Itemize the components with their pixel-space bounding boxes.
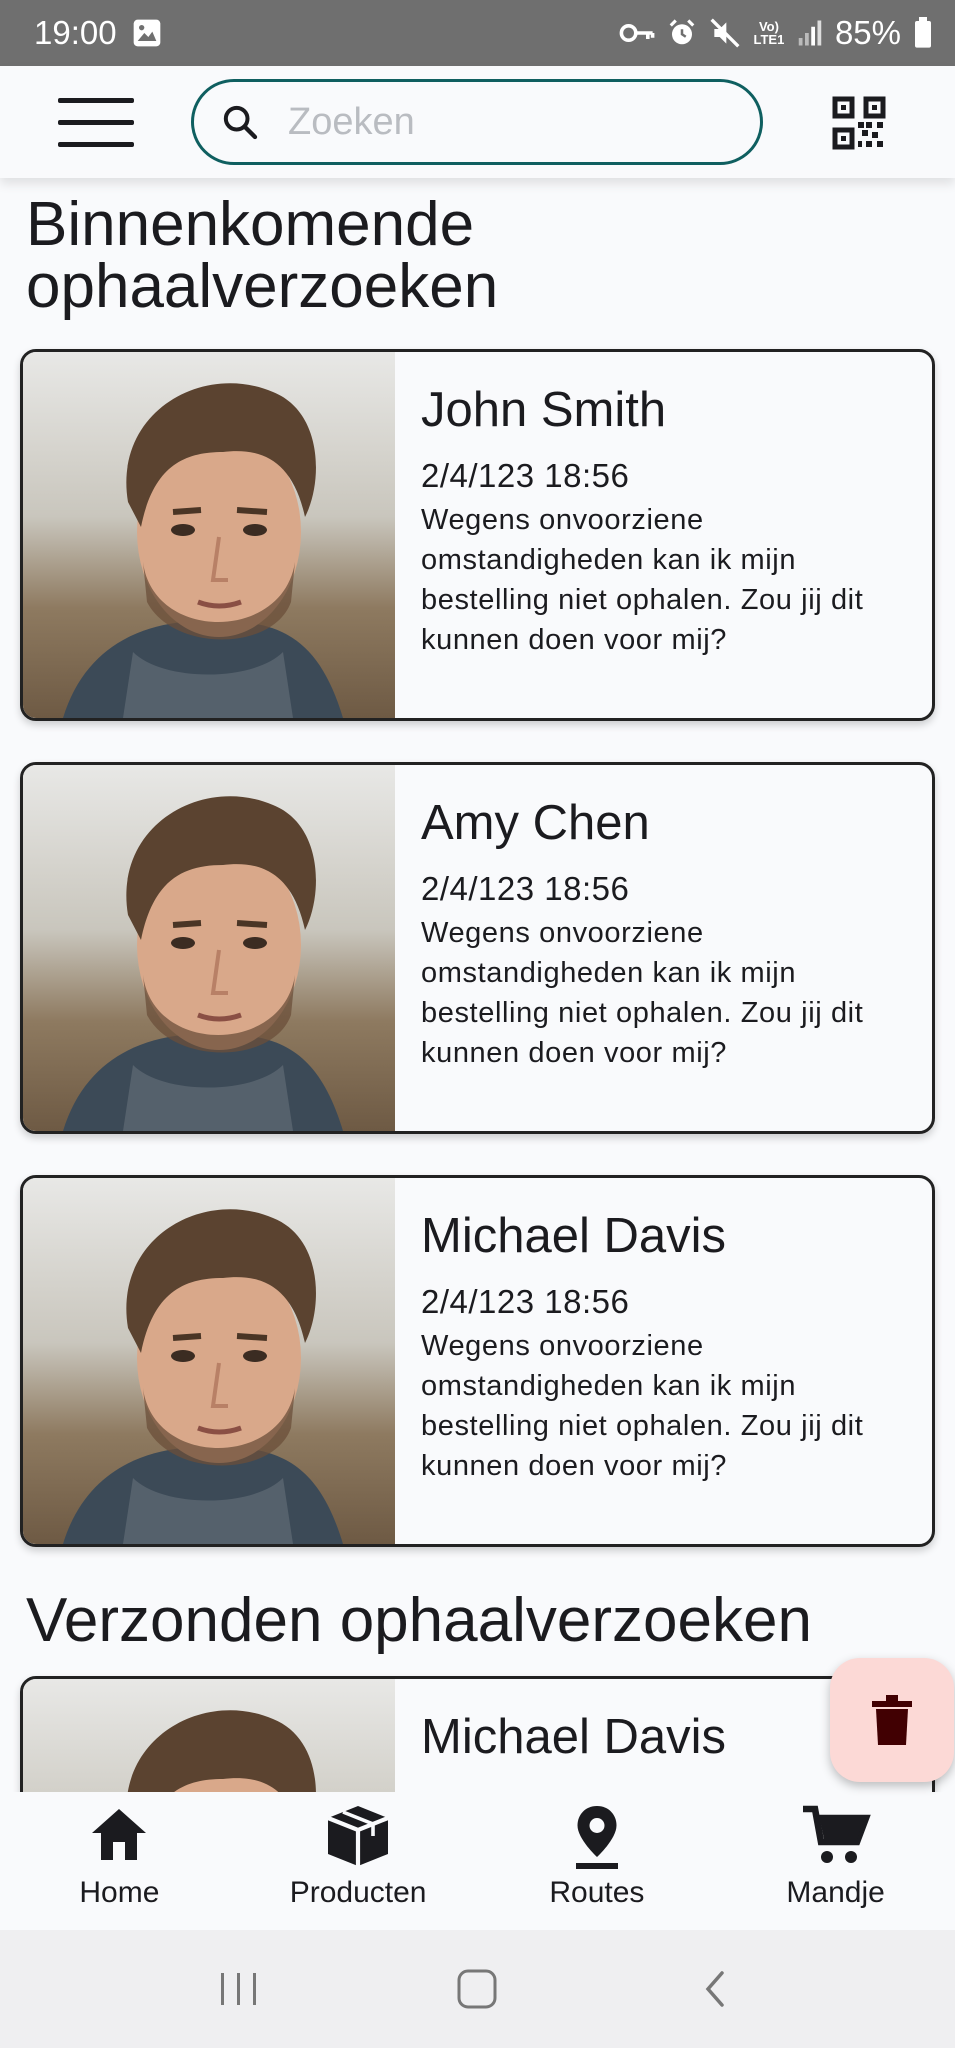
battery-icon: [915, 17, 931, 48]
bottom-navigation: Home Producten Routes Mandje: [0, 1792, 955, 1930]
gallery-icon: [133, 19, 160, 47]
requester-name: Michael Davis: [421, 1209, 726, 1263]
box-icon: [327, 1806, 389, 1866]
nav-routes[interactable]: Routes: [478, 1792, 717, 1930]
mute-icon: [710, 18, 740, 48]
requester-name: John Smith: [421, 383, 667, 437]
avatar: [23, 765, 395, 1131]
request-message: Wegens onvoorziene omstandigheden kan ik…: [421, 913, 921, 1073]
avatar: [23, 1679, 395, 1792]
message-line: kunnen doen voor mij?: [421, 624, 728, 656]
nav-label: Mandje: [786, 1876, 885, 1909]
message-line: omstandigheden kan ik mijn: [421, 544, 797, 576]
alarm-icon: [669, 19, 695, 45]
hamburger-menu-icon[interactable]: [58, 98, 134, 148]
search-icon: [223, 105, 258, 140]
requester-name: Michael Davis: [421, 1710, 726, 1764]
content-scroll-area[interactable]: Binnenkomende ophaalverzoeken John Smith…: [0, 178, 955, 1792]
request-message: Wegens onvoorziene omstandigheden kan ik…: [421, 500, 921, 660]
network-label: Vo) LTE1: [753, 19, 785, 47]
back-icon[interactable]: [694, 1967, 738, 2011]
message-line: omstandigheden kan ik mijn: [421, 1370, 797, 1402]
incoming-request-card[interactable]: John Smith 2/4/123 18:56 Wegens onvoorzi…: [20, 349, 935, 721]
status-bar: 19:00 Vo) LTE1 85%: [0, 0, 955, 66]
incoming-section-title: Binnenkomende ophaalverzoeken: [26, 194, 498, 318]
request-message: Wegens onvoorziene omstandigheden kan ik…: [421, 1326, 921, 1486]
vpn-key-icon: [619, 24, 655, 42]
incoming-title-line2: ophaalverzoeken: [26, 252, 499, 321]
message-line: omstandigheden kan ik mijn: [421, 957, 797, 989]
top-app-bar: Zoeken: [0, 66, 955, 178]
incoming-request-card[interactable]: Amy Chen 2/4/123 18:56 Wegens onvoorzien…: [20, 762, 935, 1134]
request-date: 2/4/123 18:56: [421, 457, 630, 494]
request-date: 2/4/123 18:56: [421, 870, 630, 907]
cart-icon: [802, 1805, 871, 1863]
message-line: bestelling niet ophalen. Zou jij dit: [421, 1410, 864, 1442]
message-line: Wegens onvoorziene: [421, 1330, 704, 1362]
sent-section-title: Verzonden ophaalverzoeken: [26, 1586, 812, 1655]
avatar: [23, 352, 395, 718]
nav-label: Producten: [289, 1876, 427, 1909]
search-placeholder: Zoeken: [288, 100, 415, 143]
home-system-icon[interactable]: [455, 1967, 499, 2011]
nav-home[interactable]: Home: [0, 1792, 239, 1930]
qr-scan-icon[interactable]: [832, 96, 886, 150]
incoming-request-card[interactable]: Michael Davis 2/4/123 18:56 Wegens onvoo…: [20, 1175, 935, 1547]
avatar: [23, 1178, 395, 1544]
nav-mandje[interactable]: Mandje: [716, 1792, 955, 1930]
message-line: kunnen doen voor mij?: [421, 1450, 728, 1482]
message-line: Wegens onvoorziene: [421, 917, 704, 949]
message-line: bestelling niet ophalen. Zou jij dit: [421, 584, 864, 616]
requester-name: Amy Chen: [421, 796, 650, 850]
recent-apps-icon[interactable]: [217, 1969, 261, 2009]
message-line: bestelling niet ophalen. Zou jij dit: [421, 997, 864, 1029]
sent-request-card[interactable]: Michael Davis: [20, 1676, 935, 1792]
location-pin-icon: [575, 1806, 618, 1869]
signal-icon: [798, 20, 822, 46]
search-input[interactable]: Zoeken: [191, 79, 763, 165]
request-date: 2/4/123 18:56: [421, 1283, 630, 1320]
message-line: Wegens onvoorziene: [421, 504, 704, 536]
message-line: kunnen doen voor mij?: [421, 1037, 728, 1069]
system-navigation-bar: [0, 1930, 955, 2048]
nav-producten[interactable]: Producten: [239, 1792, 478, 1930]
nav-label: Routes: [549, 1876, 645, 1909]
status-time: 19:00: [34, 14, 117, 51]
incoming-title-line1: Binnenkomende: [26, 190, 475, 259]
battery-percent: 85%: [834, 14, 901, 51]
home-icon: [92, 1809, 147, 1860]
trash-icon: [872, 1695, 912, 1745]
nav-label: Home: [79, 1876, 160, 1909]
delete-fab[interactable]: [830, 1658, 954, 1782]
